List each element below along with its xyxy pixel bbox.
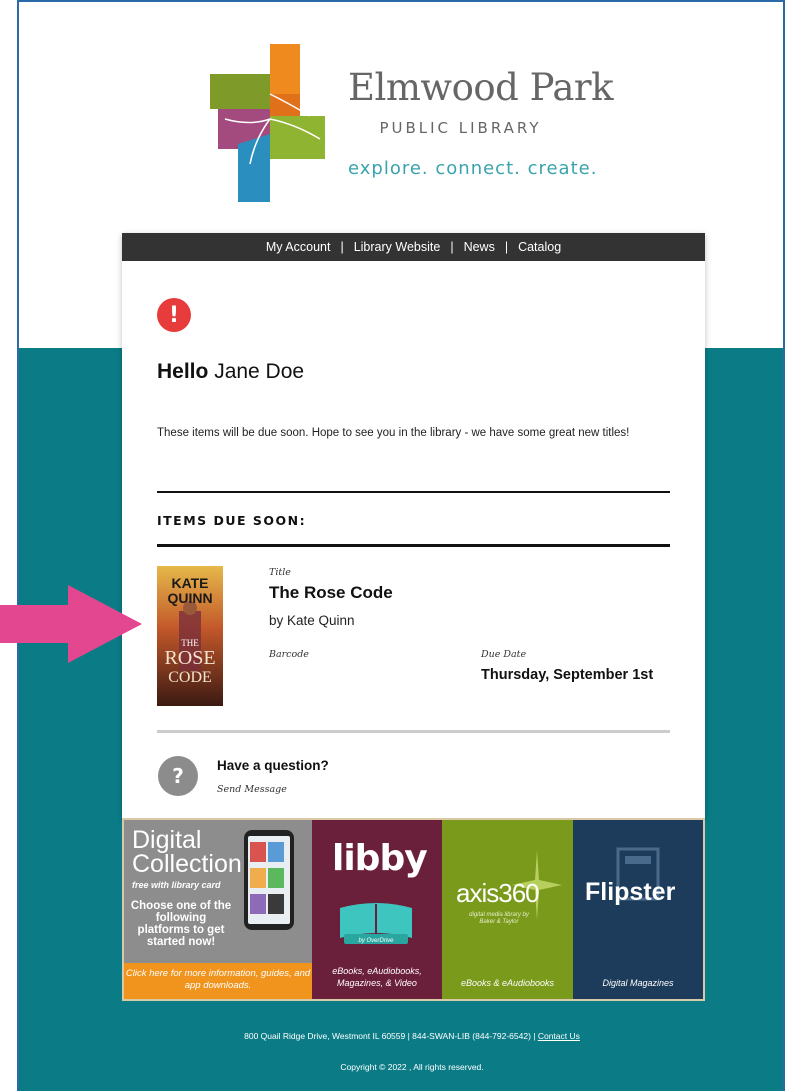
email-card: My Account | Library Website | News | Ca… [122,233,705,818]
intro-text: These items will be due soon. Hope to se… [157,427,630,439]
nav-separator: | [504,240,509,254]
axis360-caption: eBooks & eAudiobooks [460,978,555,988]
logo-name: Elmwood Park [348,66,614,109]
divider [157,544,670,547]
contact-us-link[interactable]: Contact Us [538,1031,580,1041]
question-title: Have a question? [217,758,329,773]
cover-author-bottom: QUINN [167,590,212,606]
greeting: Hello Jane Doe [157,360,304,384]
greeting-hello: Hello [157,360,209,383]
digital-collection-tile[interactable]: Digital Collection free with library car… [124,820,312,999]
section-heading: ITEMS DUE SOON: [157,513,307,528]
book-cover[interactable]: KATE QUINN THE ROSE CODE [157,566,223,706]
cover-title-3: CODE [168,669,212,686]
send-message-link[interactable]: Send Message [217,784,287,795]
question-circle-icon: ? [158,756,198,796]
flipster-caption: Digital Magazines [602,978,674,988]
nav-my-account[interactable]: My Account [261,240,336,254]
flipster-tile[interactable]: Flipster Digital Magazines [573,820,703,999]
book-cover-art: KATE QUINN THE ROSE CODE [157,566,223,706]
item-title[interactable]: The Rose Code [269,583,393,603]
address-text: 800 Quail Ridge Drive, Westmont IL 60559… [244,1031,536,1041]
digital-heading-line1: Digital [132,826,202,854]
nav-library-website[interactable]: Library Website [349,240,446,254]
flipster-logo: Flipster [585,878,676,906]
exclamation-circle-icon: ! [157,298,191,332]
greeting-name: Jane Doe [214,360,305,383]
footer-address: 800 Quail Ridge Drive, Westmont IL 60559… [120,1031,704,1041]
item-author: by Kate Quinn [269,613,355,628]
cover-title-2: ROSE [164,647,215,669]
divider [157,730,670,733]
digital-collection-banner: Digital Collection free with library car… [122,818,705,1001]
digital-heading-line2: Collection [132,850,242,878]
libby-tile[interactable]: libby by OverDrive eBooks, eAudiobooks, … [312,820,442,999]
due-date-label: Due Date [481,649,527,660]
divider [157,491,670,493]
top-nav: My Account | Library Website | News | Ca… [122,233,705,261]
logo-tagline: explore. connect. create. [348,158,598,179]
axis360-tile[interactable]: axis360 digital media library by Baker &… [442,820,573,999]
digital-footer-link[interactable]: Click here for more information, guides,… [124,963,312,999]
right-arrow-icon [0,585,142,663]
axis360-subtitle: digital media library by Baker & Taylor [469,912,529,925]
nav-news[interactable]: News [459,240,500,254]
libby-by-overdrive: by OverDrive [358,938,394,944]
nav-catalog[interactable]: Catalog [513,240,566,254]
logo-subtitle: PUBLIC LIBRARY [379,119,542,137]
due-date: Thursday, September 1st [481,667,654,683]
cover-author-top: KATE [171,575,208,591]
nav-separator: | [450,240,454,254]
barcode-label: Barcode [269,649,309,660]
libby-logo: libby [332,838,428,879]
title-label: Title [269,567,291,578]
digital-free-text: free with library card [132,880,221,890]
phone-icon [244,830,294,930]
digital-heading: Digital Collection [132,826,242,878]
digital-choose-text: Choose one of the following platforms to… [130,900,232,948]
libby-book-icon: by OverDrive [340,903,412,944]
nav-separator: | [340,240,344,254]
copyright: Copyright © 2022 , All rights reserved. [340,1062,484,1072]
libby-caption: eBooks, eAudiobooks, Magazines, & Video [332,966,422,988]
library-logo[interactable]: Elmwood Park PUBLIC LIBRARY explore. con… [210,44,630,204]
axis360-logo: axis360 [456,878,540,908]
logo-mark-icon [210,44,325,202]
